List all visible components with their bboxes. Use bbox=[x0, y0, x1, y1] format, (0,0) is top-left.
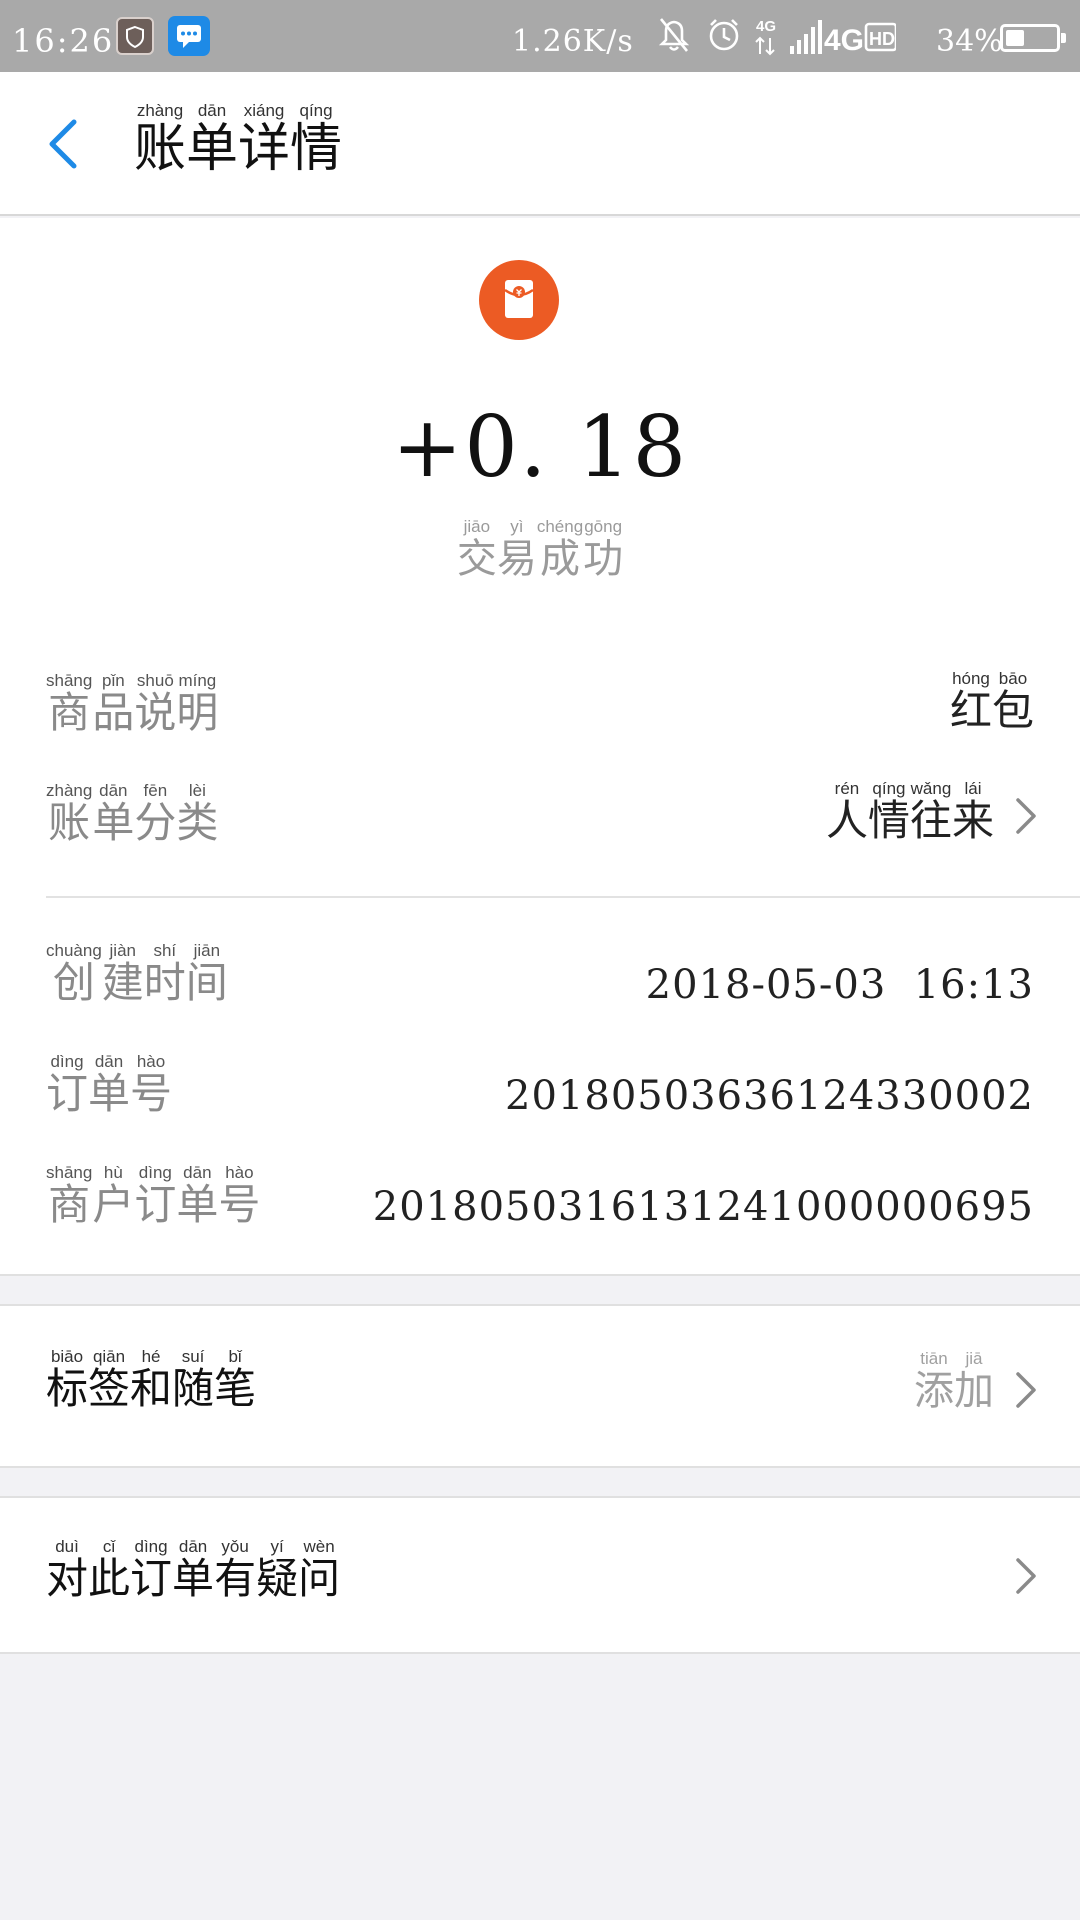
data-4g-icon: 4G bbox=[755, 18, 776, 56]
order-number-label: 订dìng单dān号hào bbox=[46, 1052, 173, 1118]
chevron-right-icon bbox=[1016, 1558, 1036, 1594]
net-small-label: 4G bbox=[756, 18, 776, 35]
merchant-order-number-label: 商shāng户hù订dìng单dān号hào bbox=[46, 1163, 261, 1229]
created-time-label: 创chuàng建jiàn时shí间jiān bbox=[46, 941, 228, 1007]
message-app-icon bbox=[168, 16, 210, 56]
order-question-label: 对duì此cǐ订dìng单dān有yǒu疑yí问wèn bbox=[46, 1537, 341, 1603]
chevron-left-icon bbox=[49, 119, 77, 169]
network-speed: 1.26K/s bbox=[512, 24, 634, 59]
alarm-icon bbox=[709, 19, 739, 51]
chevron-right-icon bbox=[1016, 1372, 1036, 1408]
order-number-row: 订dìng单dān号hào 20180503636124330002 bbox=[0, 1041, 1080, 1131]
muted-bell-icon bbox=[658, 18, 690, 52]
signal-icon bbox=[790, 20, 822, 54]
merchant-order-number-value: 2018050316131241000000695 bbox=[372, 1184, 1034, 1230]
product-description-label: 商shāng品pǐn说shuō明míng bbox=[46, 671, 219, 737]
transaction-amount: +0. 18 bbox=[391, 398, 689, 496]
tags-notes-row[interactable]: 标biāo签qiān和hé随suí笔bǐ 添tiān加jiā bbox=[0, 1304, 1080, 1468]
hd-icon: HD bbox=[864, 22, 896, 52]
hd-label: HD bbox=[869, 29, 895, 49]
status-bar: 16:26 1.26K/s 4G 4G HD 34% bbox=[0, 0, 1080, 72]
battery-fill bbox=[1006, 30, 1025, 46]
bill-category-label: 账zhàng单dān分fēn类lèi bbox=[46, 781, 219, 847]
section-divider bbox=[46, 896, 1080, 898]
product-description-row: 商shāng品pǐn说shuō明míng 红hóng包bāo bbox=[0, 660, 1080, 750]
battery-percent: 34% bbox=[936, 24, 1003, 59]
security-app-icon bbox=[116, 17, 154, 55]
transaction-summary: +0. 18 交jiāo易yì成chéng功gōng bbox=[0, 218, 1080, 638]
transaction-status: 交jiāo易yì成chéng功gōng bbox=[456, 517, 624, 582]
created-time-value: 2018-05-03 16:13 bbox=[645, 962, 1034, 1008]
nav-header: 账zhàng单dān详xiáng情qíng bbox=[0, 72, 1080, 216]
bill-category-row[interactable]: 账zhàng单dān分fēn类lèi 人rén情qíng往wǎng来lái bbox=[0, 770, 1080, 860]
status-time: 16:26 bbox=[12, 22, 115, 60]
chevron-right-icon bbox=[1016, 798, 1036, 834]
back-button[interactable] bbox=[34, 112, 98, 176]
created-time-row: 创chuàng建jiàn时shí间jiān 2018-05-03 16:13 bbox=[0, 930, 1080, 1020]
product-description-value: 红hóng包bāo bbox=[949, 669, 1034, 735]
order-number-value: 20180503636124330002 bbox=[505, 1073, 1034, 1119]
bill-category-value: 人rén情qíng往wǎng来lái bbox=[825, 779, 994, 845]
tags-notes-label: 标biāo签qiān和hé随suí笔bǐ bbox=[46, 1347, 257, 1413]
transaction-details: 商shāng品pǐn说shuō明míng 红hóng包bāo 账zhàng单dā… bbox=[0, 638, 1080, 1276]
status-icons: 4G 4G HD bbox=[658, 18, 896, 57]
battery-icon bbox=[1000, 24, 1066, 52]
merchant-order-number-row: 商shāng户hù订dìng单dān号hào 20180503161312410… bbox=[0, 1152, 1080, 1242]
hongbao-icon bbox=[479, 260, 559, 340]
add-tag-button[interactable]: 添tiān加jiā bbox=[914, 1349, 994, 1416]
order-question-row[interactable]: 对duì此cǐ订dìng单dān有yǒu疑yí问wèn bbox=[0, 1496, 1080, 1654]
page-title: 账zhàng单dān详xiáng情qíng bbox=[134, 101, 343, 179]
network-4g-icon: 4G bbox=[824, 24, 864, 57]
